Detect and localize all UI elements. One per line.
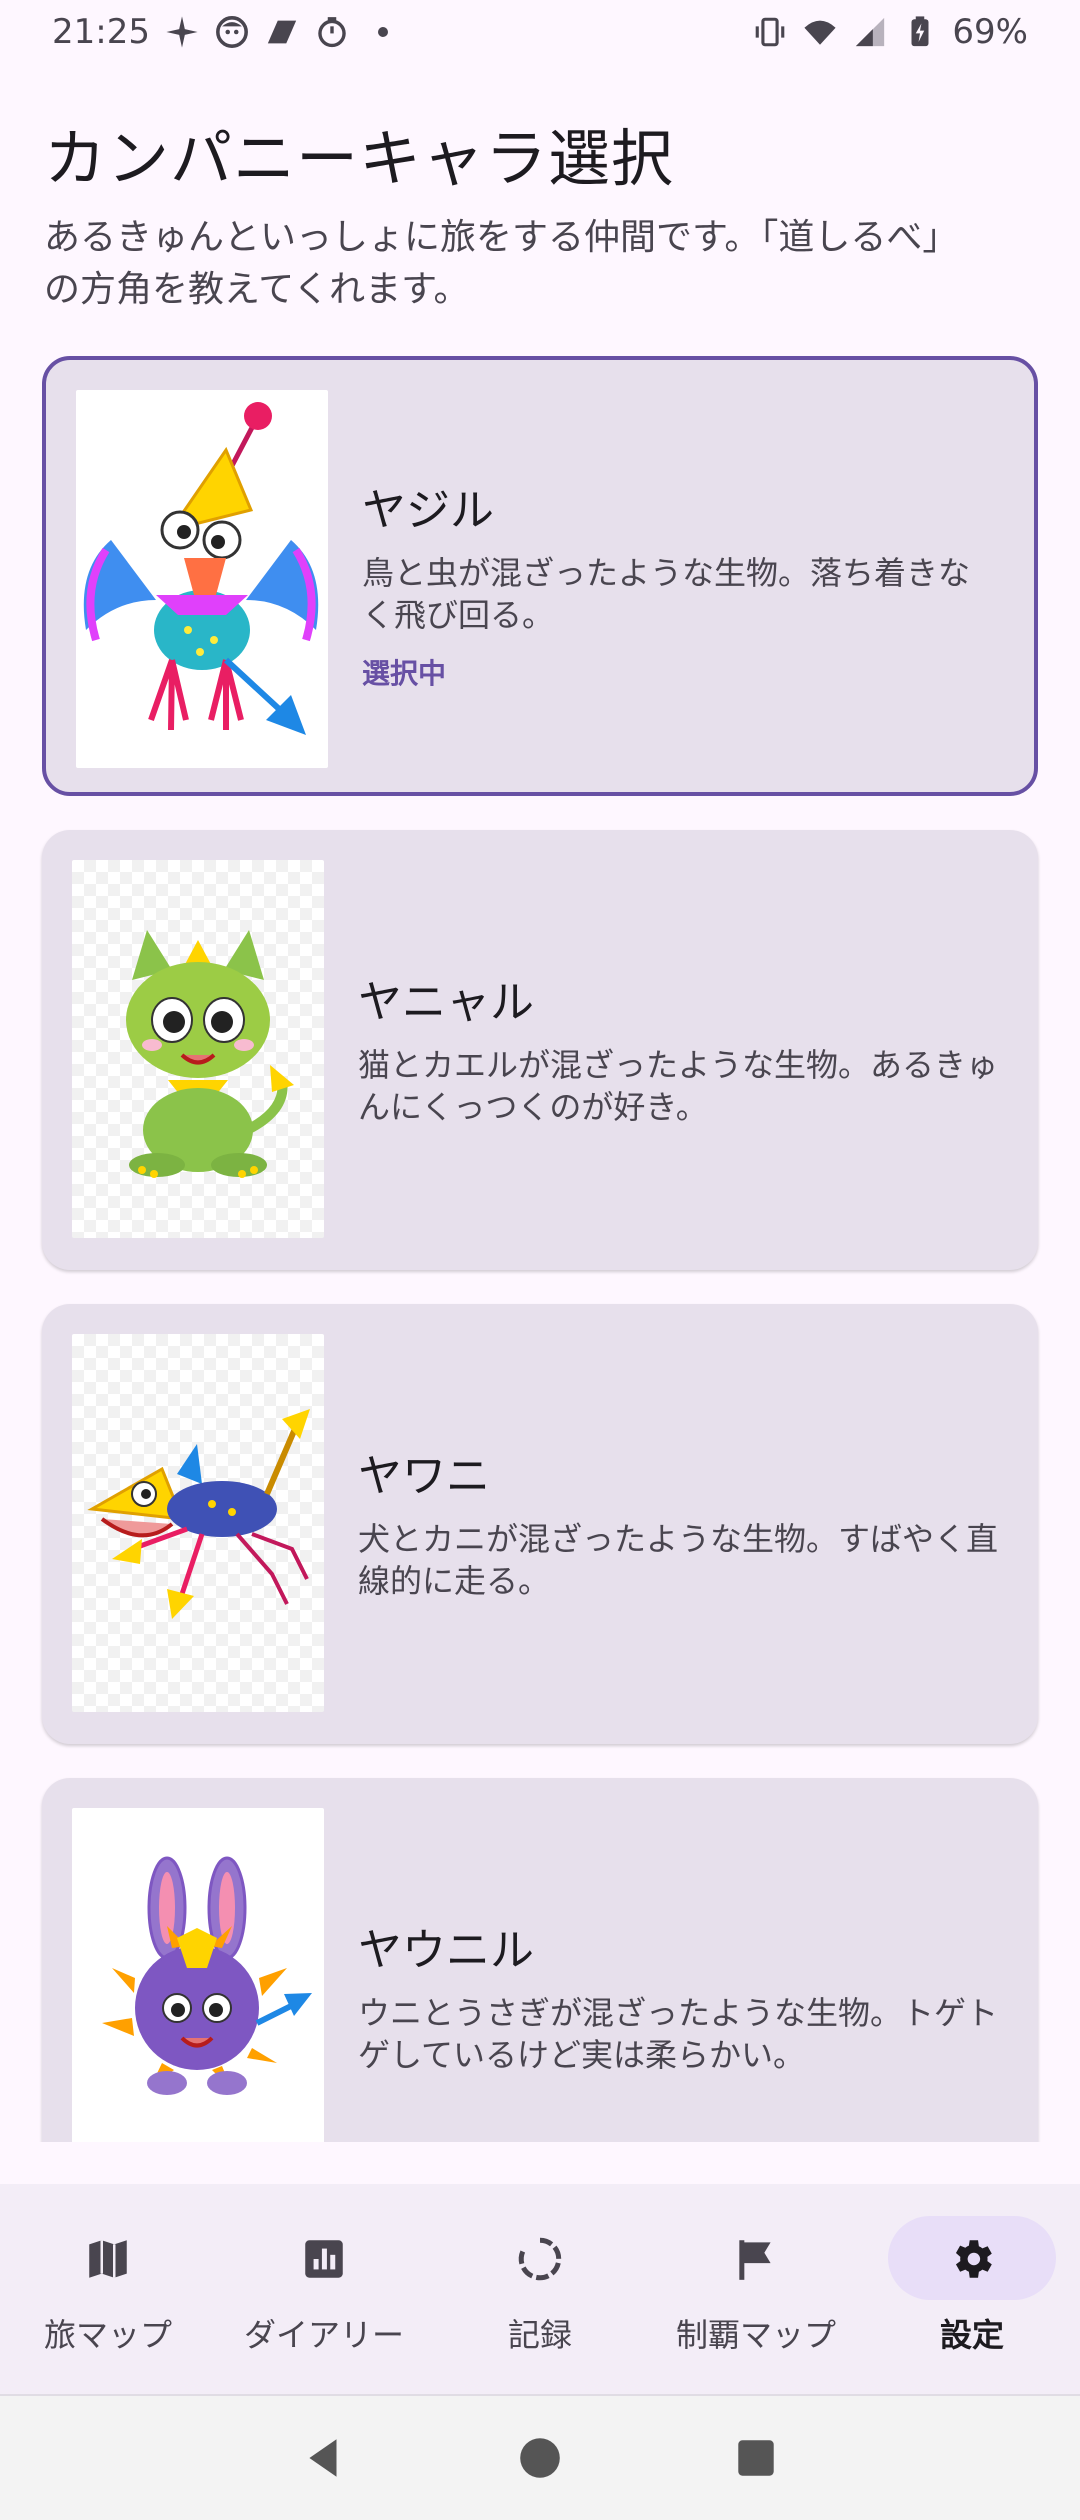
map-icon xyxy=(83,2234,133,2284)
vibrate-icon xyxy=(752,14,788,50)
home-button[interactable] xyxy=(432,2433,648,2483)
sparkle-icon xyxy=(164,14,200,50)
character-name: ヤウニル xyxy=(358,1925,534,1976)
character-image-yanyaru xyxy=(72,860,324,1238)
back-icon xyxy=(309,2439,337,2477)
character-card-yajiru[interactable]: ヤジル 鳥と虫が混ざったような生物。落ち着きなく飛び回る。 選択中 xyxy=(42,356,1038,796)
nav-label: ダイアリー xyxy=(243,2316,404,2354)
character-name: ヤニャル xyxy=(358,977,534,1028)
battery-icon xyxy=(902,14,938,50)
nav-item-record[interactable]: 記録 xyxy=(432,2184,648,2394)
status-right: 69% xyxy=(752,12,1028,52)
character-info-yauniru: ヤウニル ウニとうさぎが混ざったような生物。トゲトゲしているけど実は柔らかい。 xyxy=(358,1914,998,2076)
recents-icon xyxy=(738,2440,774,2476)
system-navigation-bar xyxy=(0,2394,1080,2520)
battery-percent: 69% xyxy=(952,12,1028,52)
nav-item-conquest-map[interactable]: 制覇マップ xyxy=(648,2184,864,2394)
character-image-yajiru xyxy=(76,390,328,768)
status-time: 21:25 xyxy=(52,12,150,52)
nav-item-travel-map[interactable]: 旅マップ xyxy=(0,2184,216,2394)
selected-status-label: 選択中 xyxy=(362,657,447,690)
bottom-navigation: 旅マップ ダイアリー 記録 制覇マップ 設定 xyxy=(0,2184,1080,2394)
dog-crab-creature-icon xyxy=(87,1409,310,1619)
timer-icon xyxy=(314,14,350,50)
character-name: ヤワニ xyxy=(358,1451,490,1502)
notification-dot-icon xyxy=(377,27,388,37)
nav-item-diary[interactable]: ダイアリー xyxy=(216,2184,432,2394)
page-subtitle: あるきゅんといっしょに旅をする仲間です。「道しるべ」 の方角を教えてくれます。 xyxy=(44,212,1044,316)
nav-label: 制覇マップ xyxy=(675,2316,836,2354)
character-name: ヤジル xyxy=(362,485,494,536)
wifi-icon xyxy=(802,14,838,50)
nav-item-settings[interactable]: 設定 xyxy=(864,2184,1080,2394)
nav-label: 旅マップ xyxy=(43,2316,172,2354)
character-info-yanyaru: ヤニャル 猫とカエルが混ざったような生物。あるきゅんにくっつくのが好き。 xyxy=(358,966,998,1128)
character-card-yanyaru[interactable]: ヤニャル 猫とカエルが混ざったような生物。あるきゅんにくっつくのが好き。 xyxy=(42,830,1038,1270)
character-description: 鳥と虫が混ざったような生物。落ち着きなく飛び回る。 xyxy=(362,554,971,634)
page-subtitle-line2: の方角を教えてくれます。 xyxy=(44,269,470,310)
back-button[interactable] xyxy=(216,2433,432,2483)
home-icon xyxy=(520,2438,560,2478)
character-image-yawani xyxy=(72,1334,324,1712)
bird-arrow-creature-icon xyxy=(83,402,319,735)
character-description: 犬とカニが混ざったような生物。すばやく直線的に走る。 xyxy=(358,1520,999,1600)
character-image-yauniru xyxy=(72,1808,324,2142)
progress-icon xyxy=(515,2234,565,2284)
face-icon xyxy=(214,14,250,50)
character-description: 猫とカエルが混ざったような生物。あるきゅんにくっつくのが好き。 xyxy=(358,1046,999,1126)
character-info-yajiru: ヤジル 鳥と虫が混ざったような生物。落ち着きなく飛び回る。 選択中 xyxy=(362,474,994,692)
status-bar: 21:25 69% xyxy=(0,0,1080,64)
nav-label: 記録 xyxy=(507,2316,572,2354)
character-info-yawani: ヤワニ 犬とカニが混ざったような生物。すばやく直線的に走る。 xyxy=(358,1440,998,1602)
character-card-yauniru[interactable]: ヤウニル ウニとうさぎが混ざったような生物。トゲトゲしているけど実は柔らかい。 xyxy=(42,1778,1038,2142)
cat-frog-creature-icon xyxy=(126,930,294,1178)
character-card-yawani[interactable]: ヤワニ 犬とカニが混ざったような生物。すばやく直線的に走る。 xyxy=(42,1304,1038,1744)
page-title: カンパニーキャラ選択 xyxy=(44,122,675,195)
character-description: ウニとうさぎが混ざったような生物。トゲトゲしているけど実は柔らかい。 xyxy=(358,1994,999,2074)
nav-label: 設定 xyxy=(939,2316,1004,2354)
parallelogram-icon xyxy=(264,14,300,50)
recents-button[interactable] xyxy=(648,2433,864,2483)
signal-icon xyxy=(852,14,888,50)
urchin-rabbit-creature-icon xyxy=(102,1856,312,2095)
chart-icon xyxy=(299,2234,349,2284)
status-left: 21:25 xyxy=(52,12,388,52)
gear-icon xyxy=(947,2234,997,2284)
character-list[interactable]: ヤジル 鳥と虫が混ざったような生物。落ち着きなく飛び回る。 選択中 ヤニャル 猫… xyxy=(0,356,1080,2142)
flag-icon xyxy=(731,2234,781,2284)
page-subtitle-line1: あるきゅんといっしょに旅をする仲間です。「道しるべ」 xyxy=(44,217,959,258)
